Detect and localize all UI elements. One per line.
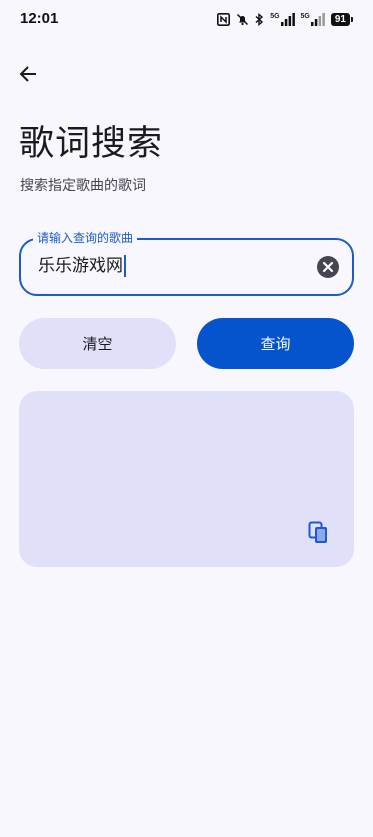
query-button[interactable]: 查询 <box>197 318 354 369</box>
query-button-label: 查询 <box>260 335 291 353</box>
lyrics-result-card <box>19 391 354 567</box>
song-search-input[interactable]: 乐乐游戏网 <box>38 255 126 277</box>
clear-button-label: 清空 <box>82 335 113 353</box>
nfc-icon <box>217 12 231 26</box>
page-title: 歌词搜索 <box>19 124 164 164</box>
back-button[interactable] <box>14 60 42 88</box>
text-caret <box>124 255 126 277</box>
song-search-field[interactable]: 请输入查询的歌曲 乐乐游戏网 <box>19 231 354 296</box>
clear-circle-icon[interactable] <box>316 255 340 279</box>
network-type-label-2: 5G <box>300 12 310 20</box>
mute-bell-icon <box>236 13 249 26</box>
status-bar: 12:01 5G 5G 91 <box>0 0 373 38</box>
signal-5g-icon-2: 5G <box>300 12 325 26</box>
song-search-label: 请输入查询的歌曲 <box>33 231 138 245</box>
status-icons: 5G 5G 91 <box>217 11 353 27</box>
network-type-label: 5G <box>270 12 280 20</box>
page-subtitle: 搜索指定歌曲的歌词 <box>20 178 146 194</box>
battery-level: 91 <box>330 12 350 26</box>
song-search-value: 乐乐游戏网 <box>38 256 123 276</box>
signal-5g-icon: 5G <box>270 12 295 26</box>
copy-icon[interactable] <box>308 521 330 545</box>
arrow-back-icon <box>19 66 36 82</box>
battery-icon: 91 <box>330 12 353 26</box>
clear-button[interactable]: 清空 <box>19 318 176 369</box>
bluetooth-icon <box>255 12 264 26</box>
status-time: 12:01 <box>20 10 59 27</box>
